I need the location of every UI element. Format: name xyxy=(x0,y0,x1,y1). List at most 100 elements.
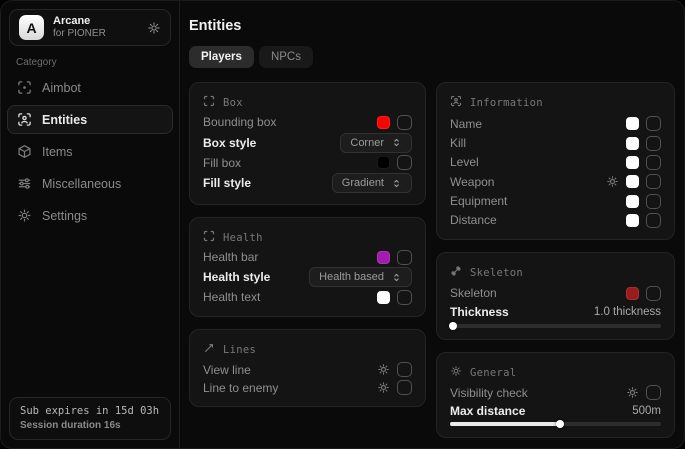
row-fill-style: Fill style Gradient xyxy=(203,173,412,193)
row-settings-gear-icon[interactable] xyxy=(606,175,619,188)
panel-title: Skeleton xyxy=(470,267,523,279)
panel-title: Health xyxy=(223,232,263,244)
setting-label: Box style xyxy=(203,136,256,150)
brand-name: Arcane xyxy=(53,15,138,28)
max-distance-slider[interactable] xyxy=(450,422,661,426)
gear-icon xyxy=(17,208,32,223)
checkbox[interactable] xyxy=(397,380,412,395)
sidebar-item-aimbot[interactable]: Aimbot xyxy=(7,73,173,102)
box-style-dropdown[interactable]: Corner xyxy=(340,133,412,153)
panel-information-header: Information xyxy=(450,94,661,112)
checkbox[interactable] xyxy=(646,213,661,228)
row-health-bar: Health bar xyxy=(203,250,412,265)
brand-card: A Arcane for PIONER xyxy=(9,9,171,46)
row-controls xyxy=(626,136,661,151)
row-box-style: Box style Corner xyxy=(203,133,412,153)
color-swatch[interactable] xyxy=(626,156,639,169)
sidebar-item-miscellaneous[interactable]: Miscellaneous xyxy=(7,169,173,198)
row-controls xyxy=(377,362,412,377)
dropdown-value: Corner xyxy=(350,137,384,149)
row-name: Name xyxy=(450,116,661,131)
checkbox[interactable] xyxy=(397,250,412,265)
slider-value: 500m xyxy=(632,405,661,417)
setting-label: Equipment xyxy=(450,194,507,208)
color-swatch[interactable] xyxy=(626,287,639,300)
setting-label: Skeleton xyxy=(450,286,497,300)
unfold-icon xyxy=(391,137,402,148)
tab-bar: Players NPCs xyxy=(189,46,313,68)
checkbox[interactable] xyxy=(646,194,661,209)
setting-label: Max distance xyxy=(450,404,525,418)
scan-brackets-icon xyxy=(203,229,215,247)
crosshair-icon xyxy=(17,80,32,95)
row-bounding-box: Bounding box xyxy=(203,115,412,130)
setting-label: Health text xyxy=(203,290,260,304)
tab-players[interactable]: Players xyxy=(189,46,254,68)
color-swatch[interactable] xyxy=(626,117,639,130)
color-swatch[interactable] xyxy=(626,137,639,150)
slider-thumb[interactable] xyxy=(449,322,457,330)
checkbox[interactable] xyxy=(646,155,661,170)
brand-subtitle: for PIONER xyxy=(53,28,138,40)
panel-lines: Lines View line Line to enemy xyxy=(189,329,426,407)
panel-health-header: Health xyxy=(203,229,412,247)
setting-label: Fill style xyxy=(203,176,251,190)
color-swatch[interactable] xyxy=(377,291,390,304)
sidebar-item-label: Miscellaneous xyxy=(42,177,121,191)
unfold-icon xyxy=(391,272,402,283)
checkbox[interactable] xyxy=(646,174,661,189)
color-swatch[interactable] xyxy=(377,156,390,169)
color-swatch[interactable] xyxy=(626,214,639,227)
sliders-icon xyxy=(17,176,32,191)
setting-label: Thickness xyxy=(450,305,509,319)
session-duration-text: Session duration 16s xyxy=(20,420,160,431)
main-content: Entities Players NPCs Box Bounding box xyxy=(180,1,684,448)
thickness-slider[interactable] xyxy=(450,324,661,328)
sidebar-item-label: Items xyxy=(42,145,73,159)
checkbox[interactable] xyxy=(646,116,661,131)
sidebar-item-items[interactable]: Items xyxy=(7,137,173,166)
panel-box-header: Box xyxy=(203,94,412,112)
app-window: A Arcane for PIONER Category Aimbot xyxy=(0,0,685,449)
page-title: Entities xyxy=(189,18,241,34)
fill-style-dropdown[interactable]: Gradient xyxy=(332,173,412,193)
color-swatch[interactable] xyxy=(377,116,390,129)
row-controls xyxy=(626,155,661,170)
tab-npcs[interactable]: NPCs xyxy=(259,46,313,68)
checkbox[interactable] xyxy=(646,286,661,301)
row-controls xyxy=(626,194,661,209)
setting-label: Distance xyxy=(450,213,497,227)
setting-label: Health bar xyxy=(203,250,258,264)
checkbox[interactable] xyxy=(646,136,661,151)
diagonal-line-icon xyxy=(203,341,215,359)
checkbox[interactable] xyxy=(397,290,412,305)
sidebar-item-entities[interactable]: Entities xyxy=(7,105,173,134)
color-swatch[interactable] xyxy=(377,251,390,264)
dropdown-value: Health based xyxy=(319,271,384,283)
sidebar-item-settings[interactable]: Settings xyxy=(7,201,173,230)
panel-information: Information Name Kill xyxy=(436,82,675,240)
row-controls xyxy=(606,174,661,189)
color-swatch[interactable] xyxy=(626,175,639,188)
row-health-text: Health text xyxy=(203,290,412,305)
row-settings-gear-icon[interactable] xyxy=(377,381,390,394)
gear-icon[interactable] xyxy=(147,21,161,35)
checkbox[interactable] xyxy=(397,115,412,130)
panel-general-header: General xyxy=(450,364,661,382)
color-swatch[interactable] xyxy=(626,195,639,208)
row-controls xyxy=(377,115,412,130)
app-logo: A xyxy=(19,15,44,40)
row-settings-gear-icon[interactable] xyxy=(377,363,390,376)
sub-expiry-text: Sub expires in 15d 03h xyxy=(20,405,160,417)
panel-general: General Visibility check Max distance xyxy=(436,352,675,438)
slider-thumb[interactable] xyxy=(556,420,564,428)
panel-title: Box xyxy=(223,97,243,109)
health-style-dropdown[interactable]: Health based xyxy=(309,267,412,287)
row-settings-gear-icon[interactable] xyxy=(626,386,639,399)
checkbox[interactable] xyxy=(397,362,412,377)
checkbox[interactable] xyxy=(397,155,412,170)
dropdown-value: Gradient xyxy=(342,177,384,189)
row-line-to-enemy: Line to enemy xyxy=(203,380,412,395)
checkbox[interactable] xyxy=(646,385,661,400)
setting-label: Weapon xyxy=(450,175,494,189)
